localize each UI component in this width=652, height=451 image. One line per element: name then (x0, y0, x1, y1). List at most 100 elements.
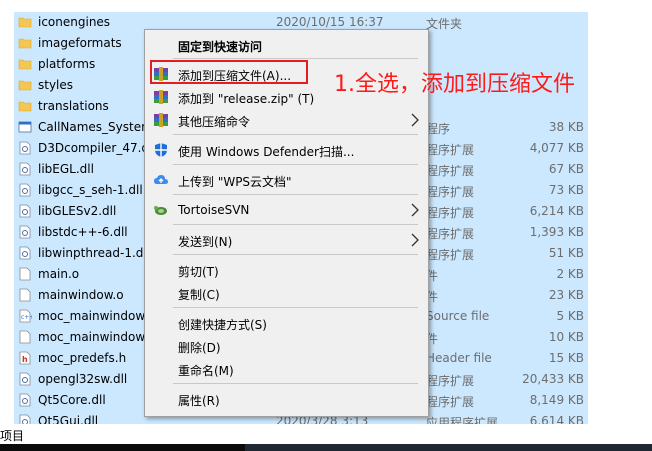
status-bar: 项目 (0, 424, 652, 444)
svg-text:c++: c++ (21, 314, 32, 321)
chevron-right-icon (410, 113, 420, 127)
menu-item-tortoise-svn[interactable]: TortoiseSVN (145, 199, 428, 221)
menu-separator (173, 194, 418, 195)
menu-separator (173, 383, 418, 384)
file-type: 程序扩展 (426, 395, 475, 409)
dll-icon (18, 393, 32, 407)
file-name: platforms (38, 57, 96, 71)
file-size: 5 KB (556, 309, 584, 323)
menu-item-cut[interactable]: 剪切(T) (145, 259, 428, 281)
menu-item-copy[interactable]: 复制(C) (145, 282, 428, 304)
folder-icon (18, 36, 32, 50)
dll-icon (18, 183, 32, 197)
file-type: 程序扩展 (426, 164, 475, 178)
file-name: main.o (38, 267, 80, 281)
file-name: libgcc_s_seh-1.dll (38, 183, 143, 197)
file-name: mainwindow.o (38, 288, 124, 302)
file-name: libGLESv2.dll (38, 204, 117, 218)
file-size: 15 KB (548, 351, 584, 365)
file-type: 程序扩展 (426, 248, 475, 262)
folder-icon (18, 99, 32, 113)
menu-item-label: 使用 Windows Defender扫描... (178, 145, 355, 159)
menu-item-label: 发送到(N) (178, 235, 233, 249)
menu-item-label: 删除(D) (178, 341, 221, 355)
menu-separator (173, 307, 418, 308)
menu-separator (173, 224, 418, 225)
folder-icon (18, 15, 32, 29)
file-date: 2020/10/15 16:37 (276, 15, 384, 29)
file-type: 程序扩展 (426, 227, 475, 241)
menu-item-properties[interactable]: 属性(R) (145, 388, 428, 410)
file-size: 2 KB (556, 267, 584, 281)
file-size: 51 KB (548, 246, 584, 260)
file-name: moc_mainwindow. (38, 330, 148, 344)
status-bar-text: 项目 (0, 429, 25, 443)
dll-icon (18, 162, 32, 176)
folder-icon (18, 57, 32, 71)
dll-icon (18, 204, 32, 218)
file-type: 文件夹 (426, 17, 463, 31)
cpp-icon: c++ (18, 309, 34, 323)
menu-item-label: 复制(C) (178, 288, 220, 302)
menu-separator (173, 164, 418, 165)
file-icon (18, 330, 32, 344)
menu-item-pin-quick-access[interactable]: 固定到快速访问 (145, 34, 428, 56)
chevron-right-icon (410, 233, 420, 247)
file-size: 10 KB (548, 330, 584, 344)
file-size: 8,149 KB (529, 393, 584, 407)
menu-item-defender-scan[interactable]: 使用 Windows Defender扫描... (145, 139, 428, 161)
menu-item-send-to[interactable]: 发送到(N) (145, 229, 428, 251)
file-size: 1,393 KB (529, 225, 584, 239)
dll-icon (18, 225, 32, 239)
menu-item-upload-wps[interactable]: 上传到 "WPS云文档" (145, 169, 428, 191)
menu-separator (173, 254, 418, 255)
file-name: moc_predefs.h (38, 351, 127, 365)
folder-icon (18, 78, 32, 92)
menu-item-label: TortoiseSVN (178, 203, 250, 217)
shield-icon (153, 142, 169, 158)
file-icon (18, 267, 32, 281)
file-name: D3Dcompiler_47.d (38, 141, 150, 155)
menu-separator (173, 58, 418, 59)
chevron-right-icon (410, 203, 420, 217)
cloud-upload-icon (153, 172, 169, 188)
file-name: libwinpthread-1.dl (38, 246, 147, 260)
file-name: Qt5Core.dll (38, 393, 106, 407)
file-type: 程序 (426, 122, 451, 136)
menu-item-label: 创建快捷方式(S) (178, 318, 267, 332)
menu-item-label: 其他压缩命令 (178, 115, 251, 129)
header-icon: h (18, 351, 32, 365)
menu-item-label: 上传到 "WPS云文档" (178, 175, 292, 189)
annotation-text: 1.全选，添加到压缩文件 (334, 72, 575, 97)
menu-item-other-compress[interactable]: 其他压缩命令 (145, 109, 428, 131)
file-name: opengl32sw.dll (38, 372, 128, 386)
annotation-highlight-box (150, 60, 308, 84)
file-name: styles (38, 78, 74, 92)
menu-item-rename[interactable]: 重命名(M) (145, 358, 428, 380)
file-name: moc_mainwindow. (38, 309, 148, 323)
file-type: Header file (426, 351, 492, 365)
svg-text:h: h (22, 355, 28, 364)
dll-icon (18, 372, 32, 386)
file-size: 20,433 KB (522, 372, 584, 386)
file-type: Source file (426, 309, 490, 323)
menu-item-label: 属性(R) (178, 394, 220, 408)
file-type: 程序扩展 (426, 206, 475, 220)
file-size: 73 KB (548, 183, 584, 197)
file-name: CallNames_System (38, 120, 153, 134)
dll-icon (18, 141, 32, 155)
menu-item-delete[interactable]: 删除(D) (145, 335, 428, 357)
menu-item-label: 剪切(T) (178, 265, 219, 279)
menu-item-label: 重命名(M) (178, 364, 234, 378)
winrar-icon (153, 89, 169, 105)
menu-item-create-shortcut[interactable]: 创建快捷方式(S) (145, 312, 428, 334)
file-size: 6,214 KB (529, 204, 584, 218)
exe-icon (18, 120, 32, 134)
file-name: libEGL.dll (38, 162, 94, 176)
menu-item-label: 固定到快速访问 (178, 40, 263, 54)
file-size: 67 KB (548, 162, 584, 176)
tortoise-icon (153, 202, 169, 218)
file-name: translations (38, 99, 109, 113)
file-size: 23 KB (548, 288, 584, 302)
file-type: 程序扩展 (426, 185, 475, 199)
